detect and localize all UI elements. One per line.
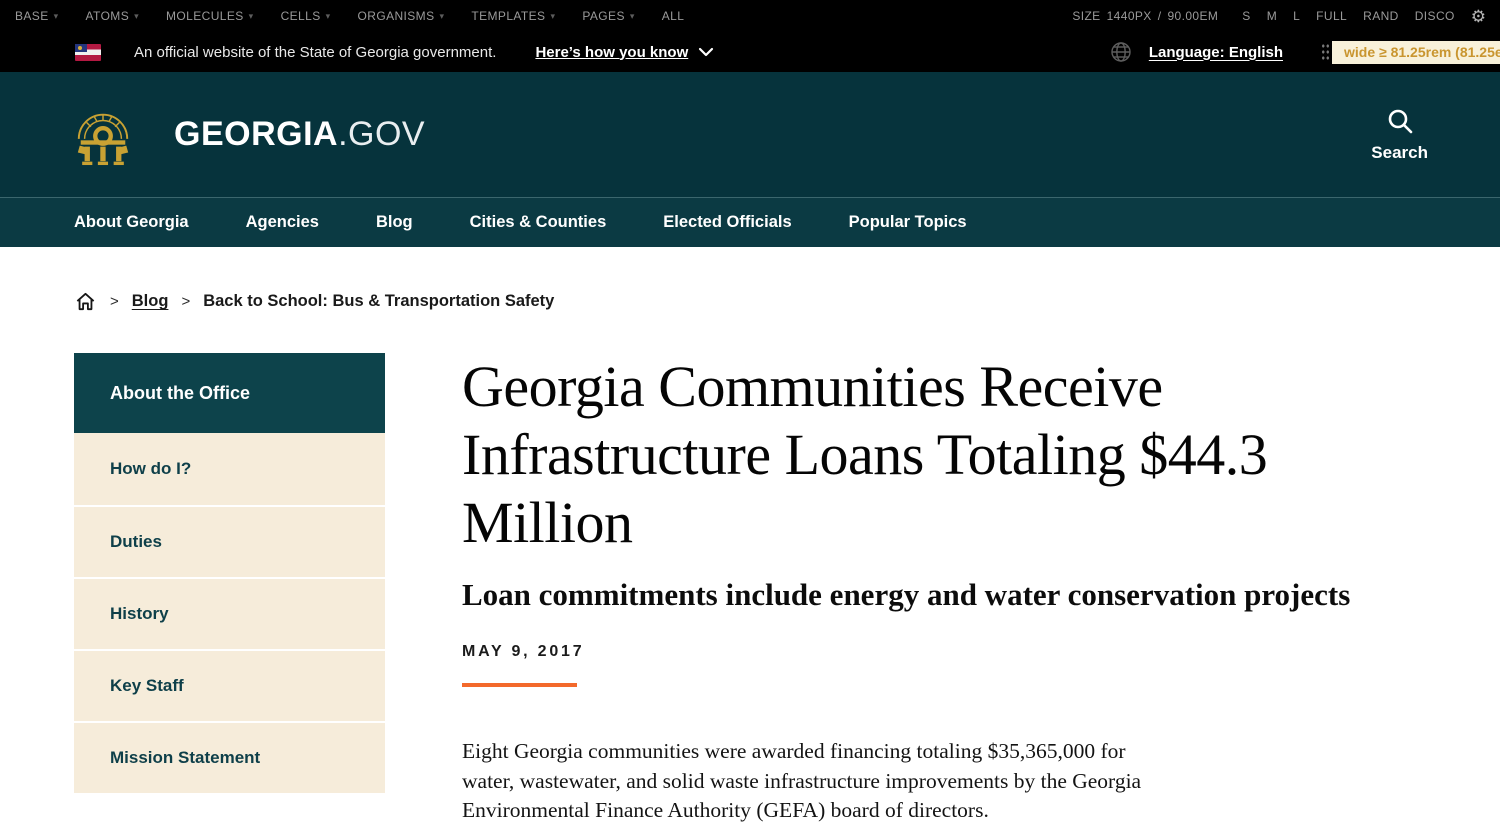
official-banner: An official website of the State of Geor… [0,32,1500,72]
sidebar-item-mission-statement[interactable]: Mission Statement [74,721,385,793]
article-date: MAY 9, 2017 [462,643,1350,661]
breadcrumb-separator: > [110,293,119,310]
size-slash: / [1158,9,1162,23]
breadcrumb-separator: > [181,293,190,310]
nav-blog[interactable]: Blog [376,213,413,232]
menu-all[interactable]: ALL [662,9,685,23]
menu-pages[interactable]: PAGES [582,9,634,23]
size-random-button[interactable]: RAND [1363,9,1399,23]
size-full-button[interactable]: FULL [1316,9,1347,23]
breadcrumb: > Blog > Back to School: Bus & Transport… [74,290,1500,313]
language-selector[interactable]: Language: English [1149,44,1283,61]
nav-elected-officials[interactable]: Elected Officials [663,213,791,232]
size-medium-button[interactable]: M [1267,9,1277,23]
size-readout: SIZE 1440PX / 90.00EM [1072,9,1218,23]
georgia-capitol-logo-icon[interactable] [72,103,134,167]
gear-icon[interactable]: ⚙ [1471,8,1486,25]
globe-icon [1110,41,1132,63]
site-name-light: .GOV [338,115,425,153]
flag-seal [78,46,82,50]
accent-divider [462,683,577,687]
menu-molecules[interactable]: MOLECULES [166,9,254,23]
article-subtitle: Loan commitments include energy and wate… [462,577,1350,614]
chevron-down-icon[interactable] [698,47,714,57]
home-icon[interactable] [74,290,97,313]
patternlab-size-controls: SIZE 1440PX / 90.00EM S M L FULL RAND DI… [1072,8,1486,25]
breadcrumb-current-page: Back to School: Bus & Transportation Saf… [203,292,554,311]
menu-templates[interactable]: TEMPLATES [471,9,555,23]
viewport-size-badge: wide ≥ 81.25rem (81.25em) [1332,41,1500,64]
sidebar-item-how-do-i[interactable]: How do I? [74,433,385,505]
site-header: GEORGIA.GOV Search [0,72,1500,197]
nav-cities-counties[interactable]: Cities & Counties [470,213,607,232]
search-button[interactable]: Search [1371,107,1428,163]
menu-atoms[interactable]: ATOMS [86,9,139,23]
official-banner-text: An official website of the State of Geor… [134,44,496,61]
size-px-input[interactable]: 1440PX [1107,9,1152,23]
sidebar-item-history[interactable]: History [74,577,385,649]
menu-organisms[interactable]: ORGANISMS [358,9,445,23]
georgia-flag-icon [75,44,101,61]
size-disco-button[interactable]: DISCO [1415,9,1455,23]
banner-right-controls: Language: English wide ≥ 81.25rem (81.25… [1110,32,1500,72]
sidebar-item-about-the-office[interactable]: About the Office [74,353,385,433]
menu-cells[interactable]: CELLS [281,9,331,23]
nav-agencies[interactable]: Agencies [246,213,319,232]
section-sidebar: About the Office How do I? Duties Histor… [74,353,385,793]
main-navigation: About Georgia Agencies Blog Cities & Cou… [0,197,1500,247]
size-small-button[interactable]: S [1242,9,1250,23]
menu-base[interactable]: BASE [15,9,59,23]
patternlab-menus: BASE ATOMS MOLECULES CELLS ORGANISMS TEM… [15,9,684,23]
article-body-paragraph: Eight Georgia communities were awarded f… [462,737,1162,826]
nav-popular-topics[interactable]: Popular Topics [849,213,967,232]
breadcrumb-blog-link[interactable]: Blog [132,292,169,311]
nav-about-georgia[interactable]: About Georgia [74,213,189,232]
heres-how-you-know-link[interactable]: Here’s how you know [535,44,688,61]
site-name-bold: GEORGIA [174,115,338,153]
search-icon [1386,107,1414,135]
article: Georgia Communities Receive Infrastructu… [462,353,1350,826]
content-area: About the Office How do I? Duties Histor… [74,353,1500,826]
patternlab-toolbar: BASE ATOMS MOLECULES CELLS ORGANISMS TEM… [0,0,1500,32]
viewport-badge-drag-handle[interactable] [1321,43,1330,61]
size-label: SIZE [1072,9,1100,23]
size-em-input[interactable]: 90.00EM [1167,9,1218,23]
article-title: Georgia Communities Receive Infrastructu… [462,353,1302,557]
search-label: Search [1371,143,1428,163]
sidebar-item-key-staff[interactable]: Key Staff [74,649,385,721]
size-large-button[interactable]: L [1293,9,1300,23]
site-logo-wordmark[interactable]: GEORGIA.GOV [174,115,425,154]
sidebar-item-duties[interactable]: Duties [74,505,385,577]
